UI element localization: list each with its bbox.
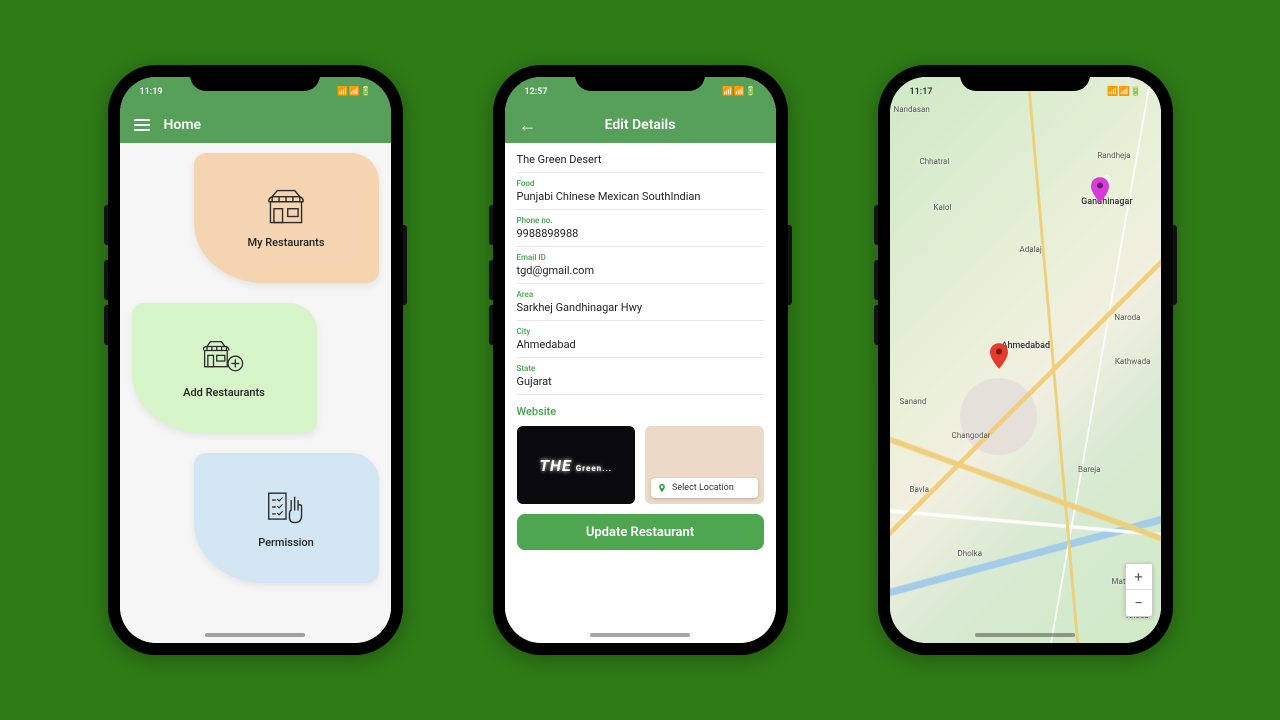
zoom-controls: + −: [1125, 563, 1153, 617]
status-time: 12:57: [525, 87, 548, 97]
map-label-sanand: Sanand: [900, 397, 927, 406]
media-row: THEGreen... Select Location: [517, 426, 764, 504]
map-label-chhatral: Chhatral: [920, 157, 950, 166]
zoom-out-button[interactable]: −: [1126, 590, 1152, 616]
map-pin-gandhinagar[interactable]: [1091, 177, 1109, 203]
field-food[interactable]: Food Punjabi Chinese Mexican SouthIndian: [517, 173, 764, 210]
home-indicator: [205, 633, 305, 637]
state-label: State: [517, 364, 764, 373]
area-value: Sarkhej Gandhinagar Hwy: [517, 301, 764, 314]
app-bar: Home: [120, 107, 391, 143]
field-state[interactable]: State Gujarat: [517, 358, 764, 395]
update-restaurant-button[interactable]: Update Restaurant: [517, 514, 764, 550]
email-value: tgd@gmail.com: [517, 264, 764, 277]
status-time: 11:19: [140, 87, 163, 97]
phone-mock-3: 11:17 📶 📶 🔋 Nandasan Chhatral Kalol Rand…: [878, 65, 1173, 655]
map-label-dholka: Dholka: [958, 549, 983, 558]
store-plus-icon: [203, 338, 245, 376]
city-value: Ahmedabad: [517, 338, 764, 351]
map-label-kathwada: Kathwada: [1115, 357, 1151, 366]
email-label: Email ID: [517, 253, 764, 262]
screen-edit: 12:57 📶 📶 🔋 ← Edit Details The Green Des…: [505, 77, 776, 643]
card-permission[interactable]: Permission: [194, 453, 379, 583]
edit-form: The Green Desert Food Punjabi Chinese Me…: [505, 143, 776, 643]
field-name[interactable]: The Green Desert: [517, 151, 764, 173]
field-email[interactable]: Email ID tgd@gmail.com: [517, 247, 764, 284]
screen-home: 11:19 📶 📶 🔋 Home My Restaurants: [120, 77, 391, 643]
app-bar: ← Edit Details: [505, 107, 776, 143]
home-body: My Restaurants Add Restaurants P: [120, 143, 391, 643]
select-location-label: Select Location: [672, 483, 734, 493]
status-icons: 📶 📶 🔋: [722, 87, 755, 97]
map-label-ahmedabad: Ahmedabad: [1002, 341, 1051, 351]
restaurant-photo[interactable]: THEGreen...: [517, 426, 636, 504]
area-label: Area: [517, 290, 764, 299]
phone-mock-1: 11:19 📶 📶 🔋 Home My Restaurants: [108, 65, 403, 655]
card-label: My Restaurants: [248, 236, 325, 249]
map-pin-ahmedabad[interactable]: [990, 343, 1008, 369]
status-time: 11:17: [910, 87, 933, 97]
screen-map: 11:17 📶 📶 🔋 Nandasan Chhatral Kalol Rand…: [890, 77, 1161, 643]
card-label: Add Restaurants: [183, 386, 265, 399]
select-location-button[interactable]: Select Location: [651, 478, 758, 498]
map-label-bareja: Bareja: [1078, 465, 1100, 474]
pin-icon: [657, 483, 667, 493]
map-label-naroda: Naroda: [1114, 313, 1140, 322]
location-box[interactable]: Select Location: [645, 426, 764, 504]
name-value: The Green Desert: [517, 153, 764, 166]
map-label-randheja: Randheja: [1097, 151, 1130, 160]
status-icons: 📶 📶 🔋: [1107, 87, 1140, 97]
state-value: Gujarat: [517, 375, 764, 388]
permission-icon: [265, 488, 307, 526]
map-label-kalol: Kalol: [934, 203, 952, 212]
photo-sign: THEGreen...: [539, 456, 612, 475]
website-link[interactable]: Website: [517, 405, 764, 418]
card-add-restaurants[interactable]: Add Restaurants: [132, 303, 317, 433]
card-my-restaurants[interactable]: My Restaurants: [194, 153, 379, 283]
store-icon: [265, 188, 307, 226]
phone-label: Phone no.: [517, 216, 764, 225]
zoom-in-button[interactable]: +: [1126, 564, 1152, 590]
notch: [960, 65, 1090, 91]
status-icons: 📶 📶 🔋: [337, 87, 370, 97]
page-title: Home: [164, 117, 202, 133]
phone-value: 9988898988: [517, 227, 764, 240]
home-indicator: [590, 633, 690, 637]
map-label-bavla: Bavla: [910, 485, 929, 494]
map-label-adalaj: Adalaj: [1020, 245, 1042, 254]
field-city[interactable]: City Ahmedabad: [517, 321, 764, 358]
map-view[interactable]: Nandasan Chhatral Kalol Randheja Gandhin…: [890, 77, 1161, 643]
page-title: Edit Details: [505, 117, 776, 133]
notch: [575, 65, 705, 91]
menu-icon[interactable]: [134, 119, 150, 131]
back-icon[interactable]: ←: [519, 115, 537, 136]
phone-mock-2: 12:57 📶 📶 🔋 ← Edit Details The Green Des…: [493, 65, 788, 655]
card-label: Permission: [258, 536, 314, 549]
field-area[interactable]: Area Sarkhej Gandhinagar Hwy: [517, 284, 764, 321]
city-label: City: [517, 327, 764, 336]
home-indicator: [975, 633, 1075, 637]
field-phone[interactable]: Phone no. 9988898988: [517, 210, 764, 247]
food-value: Punjabi Chinese Mexican SouthIndian: [517, 190, 764, 203]
notch: [190, 65, 320, 91]
map-label-changodar: Changodar: [952, 431, 991, 440]
food-label: Food: [517, 179, 764, 188]
